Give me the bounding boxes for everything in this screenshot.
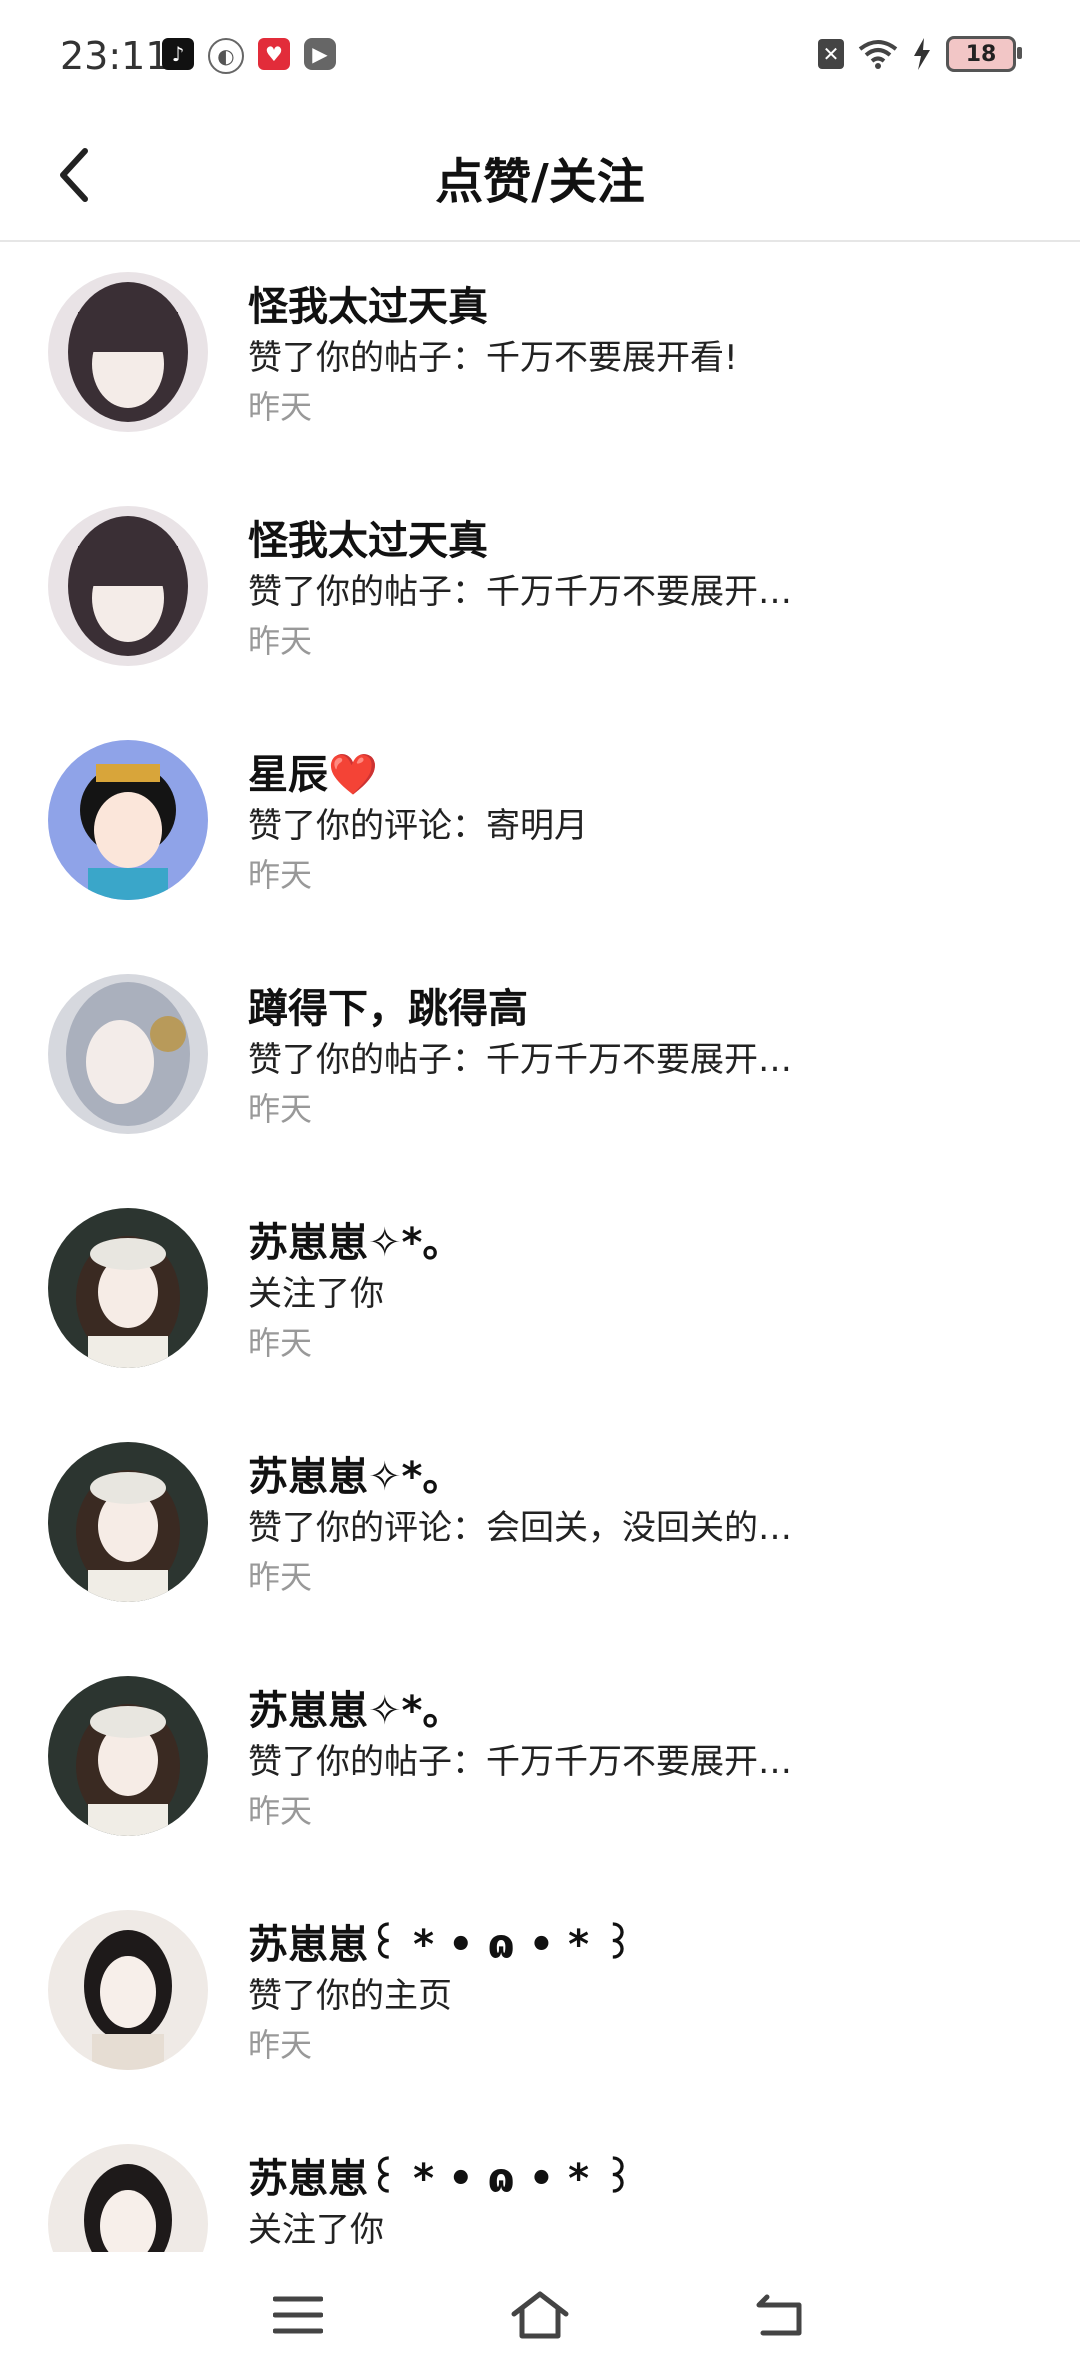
play-app-icon: ▶	[304, 38, 336, 70]
notification-item[interactable]: 苏崽崽✧*。 关注了你 昨天	[0, 1178, 1080, 1412]
avatar[interactable]	[48, 2144, 208, 2252]
charging-icon	[914, 38, 930, 70]
timestamp: 昨天	[248, 388, 313, 426]
notification-item[interactable]: 苏崽崽꒰ * • ɷ • * ꒱ 赞了你的主页 昨天	[0, 1880, 1080, 2114]
notification-item[interactable]: 怪我太过天真 赞了你的帖子：千万不要展开看! 昨天	[0, 242, 1080, 476]
sim-off-icon: ✕	[818, 39, 844, 69]
heart-app-icon: ♥	[258, 38, 290, 70]
notification-text: 赞了你的帖子：千万千万不要展开…	[248, 572, 792, 612]
page-title: 点赞/关注	[435, 154, 645, 210]
user-name[interactable]: 星辰❤️	[248, 742, 378, 800]
notification-text: 关注了你	[248, 2210, 384, 2250]
avatar[interactable]	[48, 1676, 208, 1836]
header: 点赞/关注	[0, 112, 1080, 242]
avatar[interactable]	[48, 974, 208, 1134]
avatar[interactable]	[48, 1442, 208, 1602]
user-name[interactable]: 苏崽崽꒰ * • ɷ • * ꒱	[248, 1912, 634, 1970]
notification-text: 赞了你的主页	[248, 1976, 452, 2016]
avatar[interactable]	[48, 272, 208, 432]
notification-item[interactable]: 苏崽崽꒰ * • ɷ • * ꒱ 关注了你	[0, 2114, 1080, 2252]
avatar[interactable]	[48, 1208, 208, 1368]
status-app-icons: ♪ ◐ ♥ ▶	[162, 38, 336, 74]
user-name[interactable]: 苏崽崽✧*。	[248, 1678, 462, 1736]
notification-text: 赞了你的帖子：千万千万不要展开…	[248, 1742, 792, 1782]
user-name[interactable]: 怪我太过天真	[248, 508, 488, 566]
notification-text: 赞了你的评论：寄明月	[248, 806, 588, 846]
timestamp: 昨天	[248, 1792, 313, 1830]
notification-item[interactable]: 苏崽崽✧*。 赞了你的评论：会回关，没回关的… 昨天	[0, 1412, 1080, 1646]
notification-text: 赞了你的帖子：千万不要展开看!	[248, 338, 738, 378]
back-nav-icon[interactable]	[740, 2280, 820, 2350]
timestamp: 昨天	[248, 856, 313, 894]
avatar[interactable]	[48, 506, 208, 666]
user-name[interactable]: 怪我太过天真	[248, 274, 488, 332]
battery-indicator: 18	[946, 36, 1022, 72]
menu-icon[interactable]	[258, 2280, 338, 2350]
timestamp: 昨天	[248, 1558, 313, 1596]
user-name[interactable]: 苏崽崽꒰ * • ɷ • * ꒱	[248, 2146, 634, 2204]
home-icon[interactable]	[500, 2280, 580, 2350]
system-nav-bar	[0, 2252, 1080, 2376]
timestamp: 昨天	[248, 622, 313, 660]
notification-item[interactable]: 苏崽崽✧*。 赞了你的帖子：千万千万不要展开… 昨天	[0, 1646, 1080, 1880]
user-name[interactable]: 苏崽崽✧*。	[248, 1210, 462, 1268]
timestamp: 昨天	[248, 1090, 313, 1128]
notification-item[interactable]: 怪我太过天真 赞了你的帖子：千万千万不要展开… 昨天	[0, 476, 1080, 710]
notification-item[interactable]: 星辰❤️ 赞了你的评论：寄明月 昨天	[0, 710, 1080, 944]
avatar[interactable]	[48, 740, 208, 900]
user-name[interactable]: 苏崽崽✧*。	[248, 1444, 462, 1502]
notification-text: 赞了你的帖子：千万千万不要展开…	[248, 1040, 792, 1080]
tiktok-icon: ♪	[162, 38, 194, 70]
swirl-app-icon: ◐	[208, 38, 244, 74]
status-time: 23:11	[60, 34, 170, 78]
user-name[interactable]: 蹲得下，跳得高	[248, 976, 528, 1034]
avatar[interactable]	[48, 1910, 208, 2070]
wifi-icon	[858, 40, 898, 69]
status-right-icons: ✕ 18	[818, 36, 1022, 72]
notification-item[interactable]: 蹲得下，跳得高 赞了你的帖子：千万千万不要展开… 昨天	[0, 944, 1080, 1178]
timestamp: 昨天	[248, 2026, 313, 2064]
notification-text: 赞了你的评论：会回关，没回关的…	[248, 1508, 792, 1548]
notification-text: 关注了你	[248, 1274, 384, 1314]
status-bar: 23:11 ♪ ◐ ♥ ▶ ✕ 18	[0, 0, 1080, 112]
timestamp: 昨天	[248, 1324, 313, 1362]
notification-list[interactable]: 怪我太过天真 赞了你的帖子：千万不要展开看! 昨天 怪我太过天真 赞了你的帖子：…	[0, 242, 1080, 2252]
